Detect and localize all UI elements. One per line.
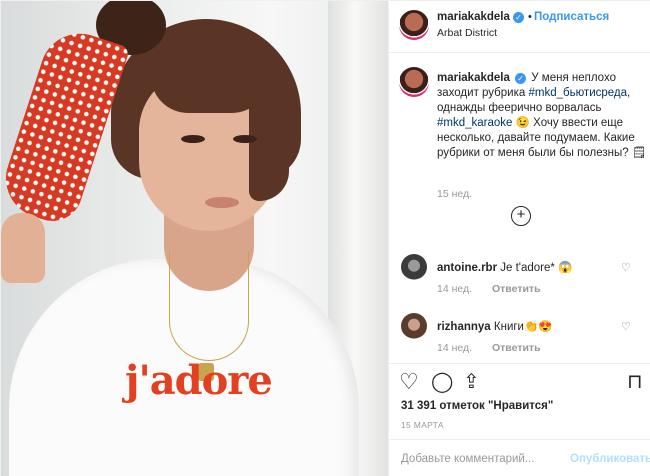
plus-circle-icon: + <box>516 206 526 223</box>
caption-avatar[interactable] <box>399 67 429 97</box>
add-comment-bar: Опубликовать <box>389 439 650 476</box>
comment-like-icon[interactable]: ♡ <box>621 261 631 274</box>
comment-time[interactable]: 14 нед. <box>437 342 472 354</box>
verified-badge-icon: ✓ <box>513 12 524 23</box>
verified-badge-icon: ✓ <box>515 73 527 84</box>
commenter-avatar[interactable] <box>401 313 427 339</box>
reply-button[interactable]: Ответить <box>492 283 541 295</box>
hashtag-link[interactable]: #mkd_karaoke <box>437 117 512 129</box>
lips <box>205 197 239 208</box>
likes-count[interactable]: 31 391 отметок "Нравится" <box>401 400 553 412</box>
necklace <box>169 251 249 361</box>
post-photo[interactable]: j'adore <box>1 1 388 476</box>
comment-text: antoine.rbr Je t'adore* 😱 <box>437 260 572 274</box>
commenter-username[interactable]: antoine.rbr <box>437 262 497 274</box>
caption-time[interactable]: 15 нед. <box>437 188 472 200</box>
publish-button[interactable]: Опубликовать <box>570 453 650 465</box>
comment-time[interactable]: 14 нед. <box>437 283 472 295</box>
left-eye <box>181 135 205 143</box>
commenter-username[interactable]: rizhannya <box>437 321 491 333</box>
comment-like-icon[interactable]: ♡ <box>621 320 631 333</box>
hair-side <box>249 91 289 201</box>
action-bar: ♡ ◯ ⇪ ⊓ <box>389 363 650 399</box>
hand <box>1 213 45 283</box>
comment-body: Книги👏😍 <box>493 321 553 333</box>
follow-button[interactable]: Подписаться <box>534 11 609 23</box>
comment-input[interactable] <box>401 451 561 467</box>
location-link[interactable]: Arbat District <box>437 27 497 39</box>
caption-text: mariakakdela ✓ У меня неплохо заходит ру… <box>437 71 647 161</box>
comment-item: rizhannya Книги👏😍 14 нед. Ответить ♡ <box>389 313 650 369</box>
right-eye <box>233 135 257 143</box>
separator-dot: • <box>528 11 532 23</box>
comment-icon[interactable]: ◯ <box>431 372 453 392</box>
post-side-panel: mariakakdela ✓ • Подписаться Arbat Distr… <box>388 1 650 476</box>
author-username[interactable]: mariakakdela <box>437 11 510 23</box>
comment-item: antoine.rbr Je t'adore* 😱 14 нед. Ответи… <box>389 254 650 310</box>
comment-body: Je t'adore* 😱 <box>500 262 573 274</box>
caption-username[interactable]: mariakakdela <box>437 72 510 84</box>
bookmark-icon[interactable]: ⊓ <box>627 372 643 392</box>
heart-icon[interactable]: ♡ <box>399 371 419 393</box>
commenter-avatar[interactable] <box>401 254 427 280</box>
author-avatar[interactable] <box>399 10 429 40</box>
hashtag-link[interactable]: #mkd_бьютисреда <box>528 87 627 99</box>
instagram-post: j'adore mariakakdela ✓ • Подписаться Arb… <box>0 0 650 476</box>
reply-button[interactable]: Ответить <box>492 342 541 354</box>
post-date[interactable]: 15 МАРТА <box>401 420 444 430</box>
shirt-print: j'adore <box>125 357 273 404</box>
comment-text: rizhannya Книги👏😍 <box>437 319 553 333</box>
load-more-comments-button[interactable]: + <box>511 206 531 226</box>
share-icon[interactable]: ⇪ <box>463 372 480 392</box>
post-header: mariakakdela ✓ • Подписаться Arbat Distr… <box>389 1 650 53</box>
